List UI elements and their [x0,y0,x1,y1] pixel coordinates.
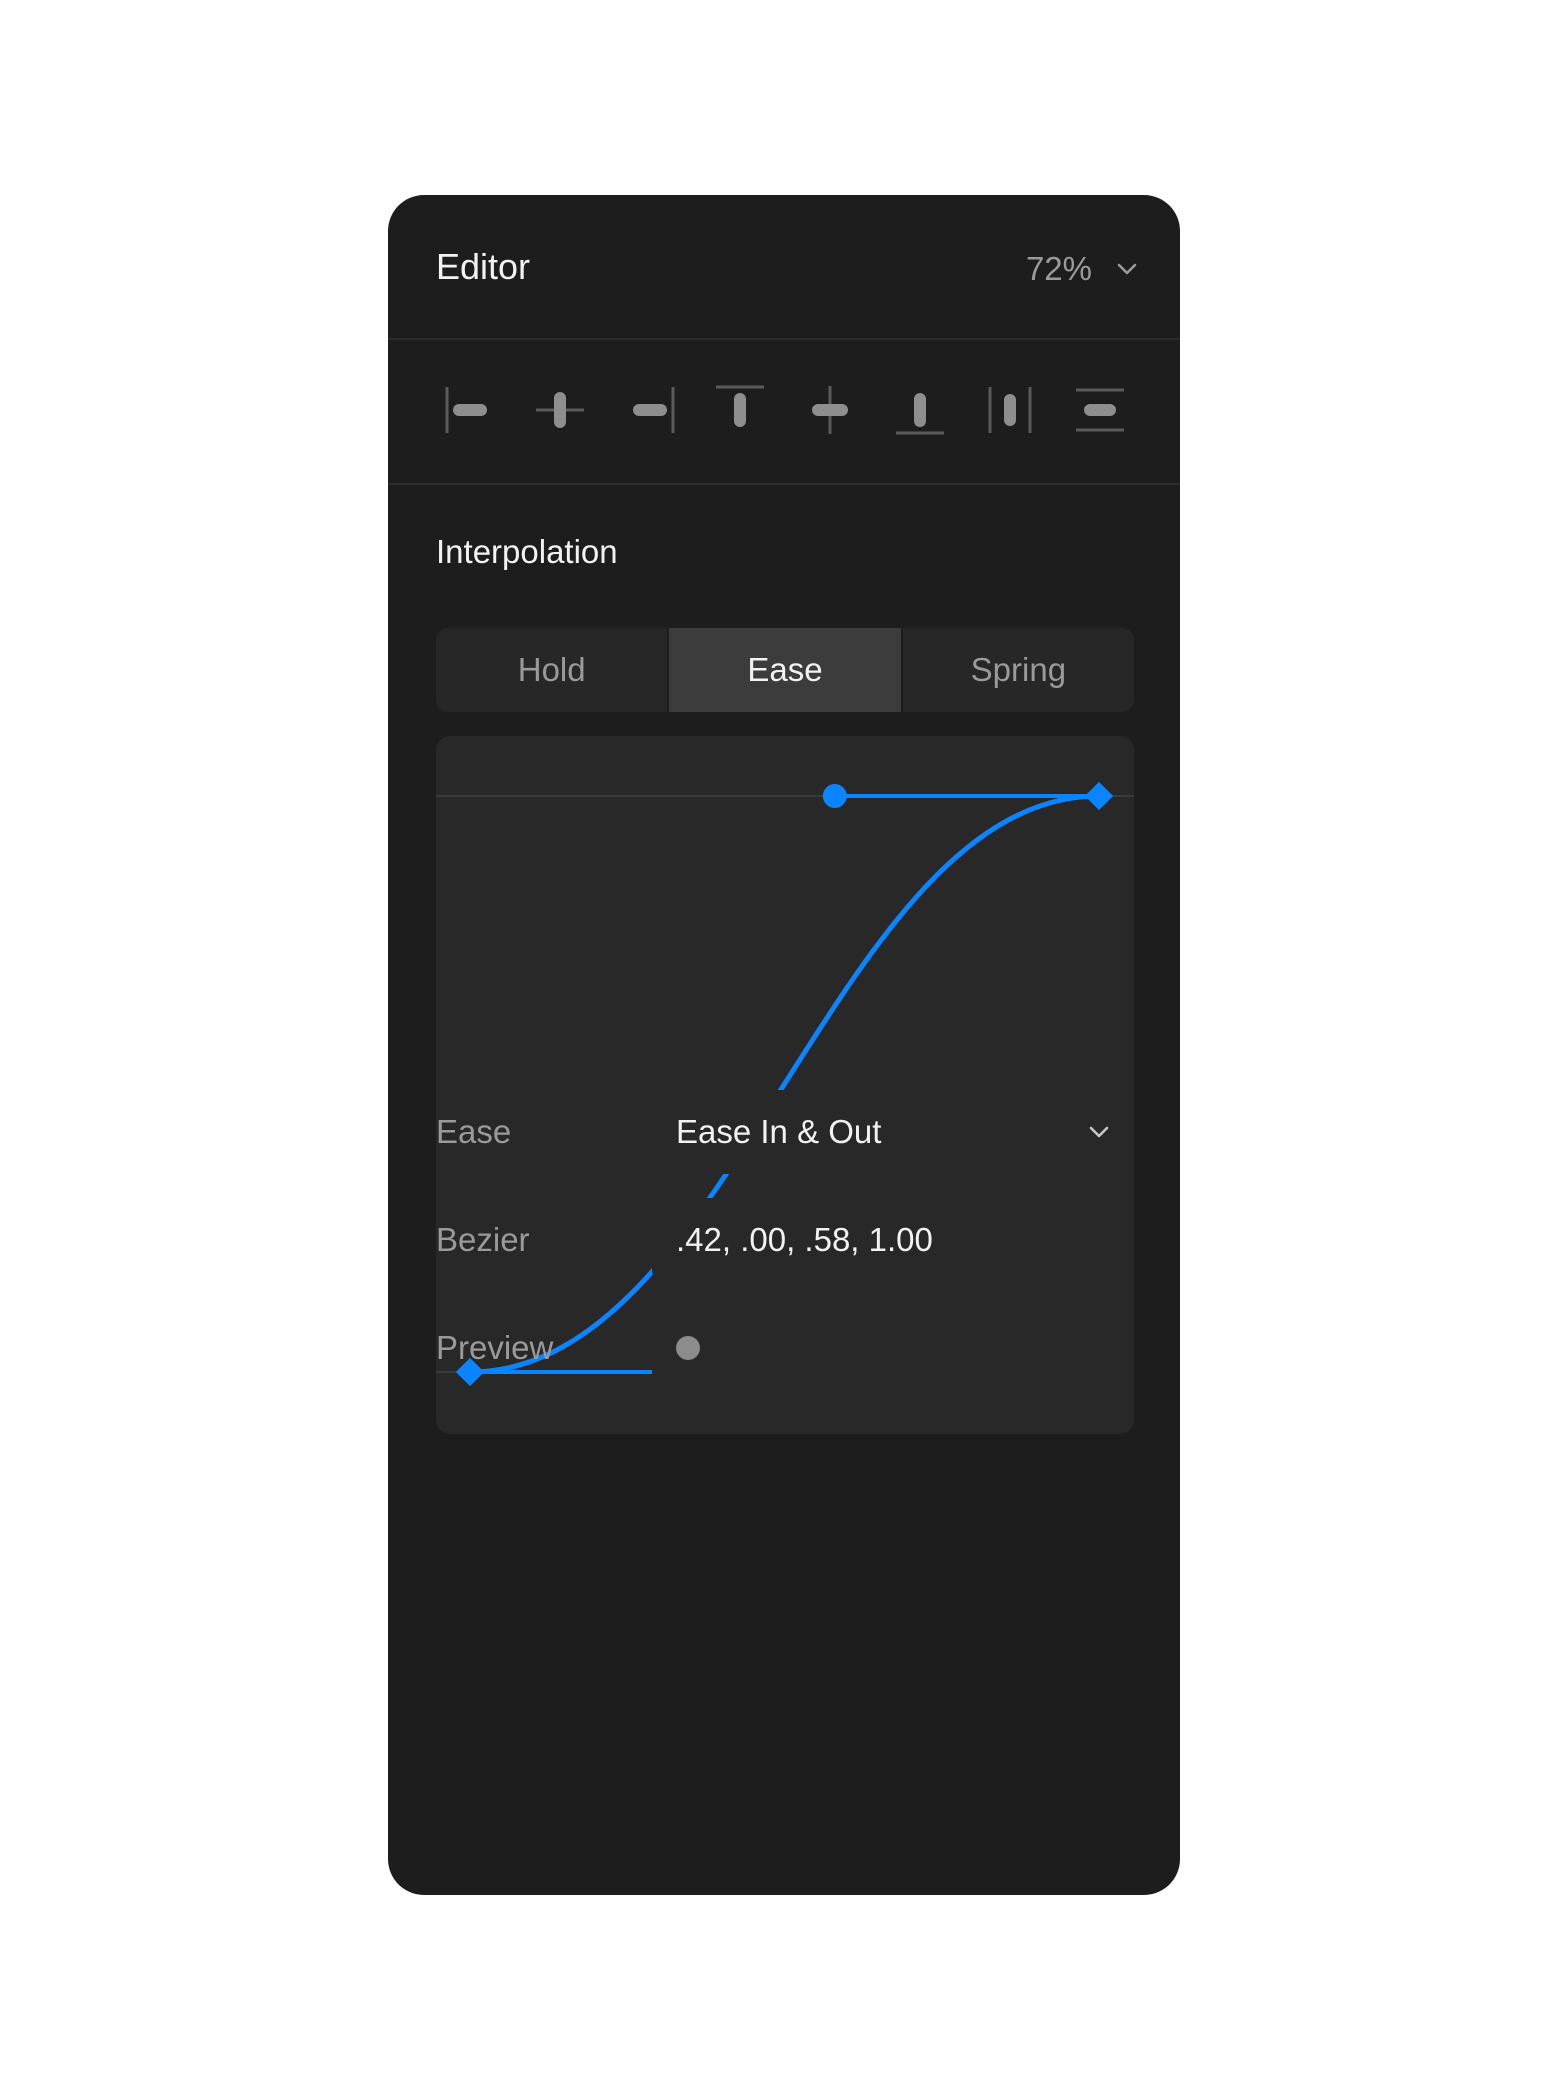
interpolation-title: Interpolation [436,533,618,570]
preview-dot [676,1336,700,1360]
distribute-vertical-icon [1076,388,1124,432]
chevron-down-icon [1089,1126,1109,1138]
chevron-down-icon [1117,263,1137,275]
align-vertical-center-icon [812,386,848,434]
control-handle-2[interactable] [822,784,847,808]
panel-title: Editor [436,246,531,287]
preview-track [652,1306,1134,1390]
align-bottom-button[interactable] [890,380,950,440]
preview-label: Preview [436,1329,554,1366]
zoom-dropdown[interactable]: 72% [1026,247,1140,291]
bezier-label: Bezier [436,1221,530,1258]
ease-curve [467,793,1102,1375]
align-horizontal-center-button[interactable] [530,380,590,440]
align-top-button[interactable] [710,380,770,440]
align-left-button[interactable] [440,380,500,440]
end-keyframe-anchor[interactable] [1084,781,1114,811]
align-vertical-center-button[interactable] [800,380,860,440]
align-top-icon [716,385,764,427]
ease-dropdown[interactable]: Ease In & Out [652,1090,1134,1174]
zoom-value: 72% [1025,250,1092,287]
ease-value: Ease In & Out [676,1113,882,1150]
panel-header: Editor 72% [388,195,1180,340]
bezier-input[interactable]: .42, .00, .58, 1.00 [652,1198,1134,1282]
distribute-horizontal-button[interactable] [980,380,1040,440]
editor-panel: Editor 72% Interpolation Hold Ease Sprin… [388,195,1180,1895]
align-bottom-icon [896,393,944,435]
align-horizontal-center-icon [536,392,584,428]
distribute-horizontal-icon [988,387,1032,433]
alignment-toolbar [388,340,1180,485]
ease-label: Ease [436,1113,512,1150]
align-right-button[interactable] [620,380,680,440]
mode-hold-tab[interactable]: Hold [436,628,667,712]
align-right-icon [633,387,675,433]
align-left-icon [445,387,487,433]
mode-ease-tab[interactable]: Ease [669,628,901,712]
mode-spring-tab[interactable]: Spring [903,628,1134,712]
bezier-value: .42, .00, .58, 1.00 [676,1221,933,1258]
interpolation-mode-control: Hold Ease Spring [436,628,1134,712]
distribute-vertical-button[interactable] [1070,380,1130,440]
